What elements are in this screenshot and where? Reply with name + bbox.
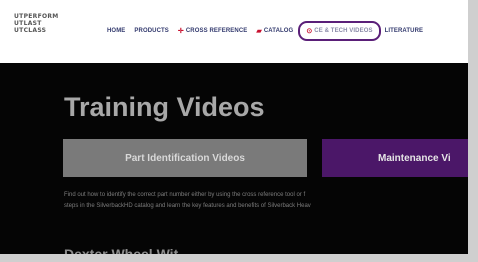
description-line: Find out how to identify the correct par…: [64, 192, 306, 198]
tab-label: Maintenance Vi: [378, 152, 451, 164]
nav-item-label: CROSS REFERENCE: [185, 28, 248, 34]
page-title: Training Videos: [64, 92, 265, 122]
nav-item-cross-reference[interactable]: ✛ CROSS REFERENCE: [178, 27, 247, 35]
nav-item-literature[interactable]: LITERATURE: [385, 28, 424, 34]
nav-item-label: CATALOG: [263, 28, 294, 34]
tab-maintenance-videos[interactable]: Maintenance Vi: [322, 139, 468, 177]
nav-item-label: LITERATURE: [384, 28, 424, 34]
logo-line: UTCLASS: [14, 27, 47, 34]
tab-part-identification-videos[interactable]: Part Identification Videos: [63, 139, 307, 177]
logo-line: UTPERFORM: [14, 13, 59, 20]
site-header: UTPERFORM UTLAST UTCLASS HOME PRODUCTS ✛…: [0, 0, 468, 63]
nav-item-tech-videos[interactable]: ⊙ CE & TECH VIDEOS: [298, 21, 381, 41]
brand-logo[interactable]: UTPERFORM UTLAST UTCLASS: [14, 13, 82, 34]
nav-item-home[interactable]: HOME: [107, 28, 125, 34]
nav-item-products[interactable]: PRODUCTS: [134, 28, 168, 34]
nav-item-label: CE & TECH VIDEOS: [314, 28, 373, 34]
main-content: Training Videos Part Identification Vide…: [0, 63, 468, 254]
page-description: Find out how to identify the correct par…: [64, 190, 468, 212]
main-nav: HOME PRODUCTS ✛ CROSS REFERENCE ▰ CATALO…: [107, 21, 432, 41]
logo-line: UTLAST: [14, 20, 42, 27]
description-line: steps in the SilverbackHD catalog and le…: [64, 203, 311, 209]
nav-item-catalog[interactable]: ▰ CATALOG: [256, 27, 293, 35]
tab-label: Part Identification Videos: [125, 152, 245, 164]
book-icon: ▰: [256, 28, 262, 35]
cross-icon: ✛: [177, 28, 184, 35]
play-icon: ⊙: [306, 28, 313, 35]
nav-item-label: PRODUCTS: [134, 28, 169, 34]
section-heading: Dexter Wheel Wit: [64, 246, 179, 254]
nav-item-label: HOME: [107, 28, 126, 34]
